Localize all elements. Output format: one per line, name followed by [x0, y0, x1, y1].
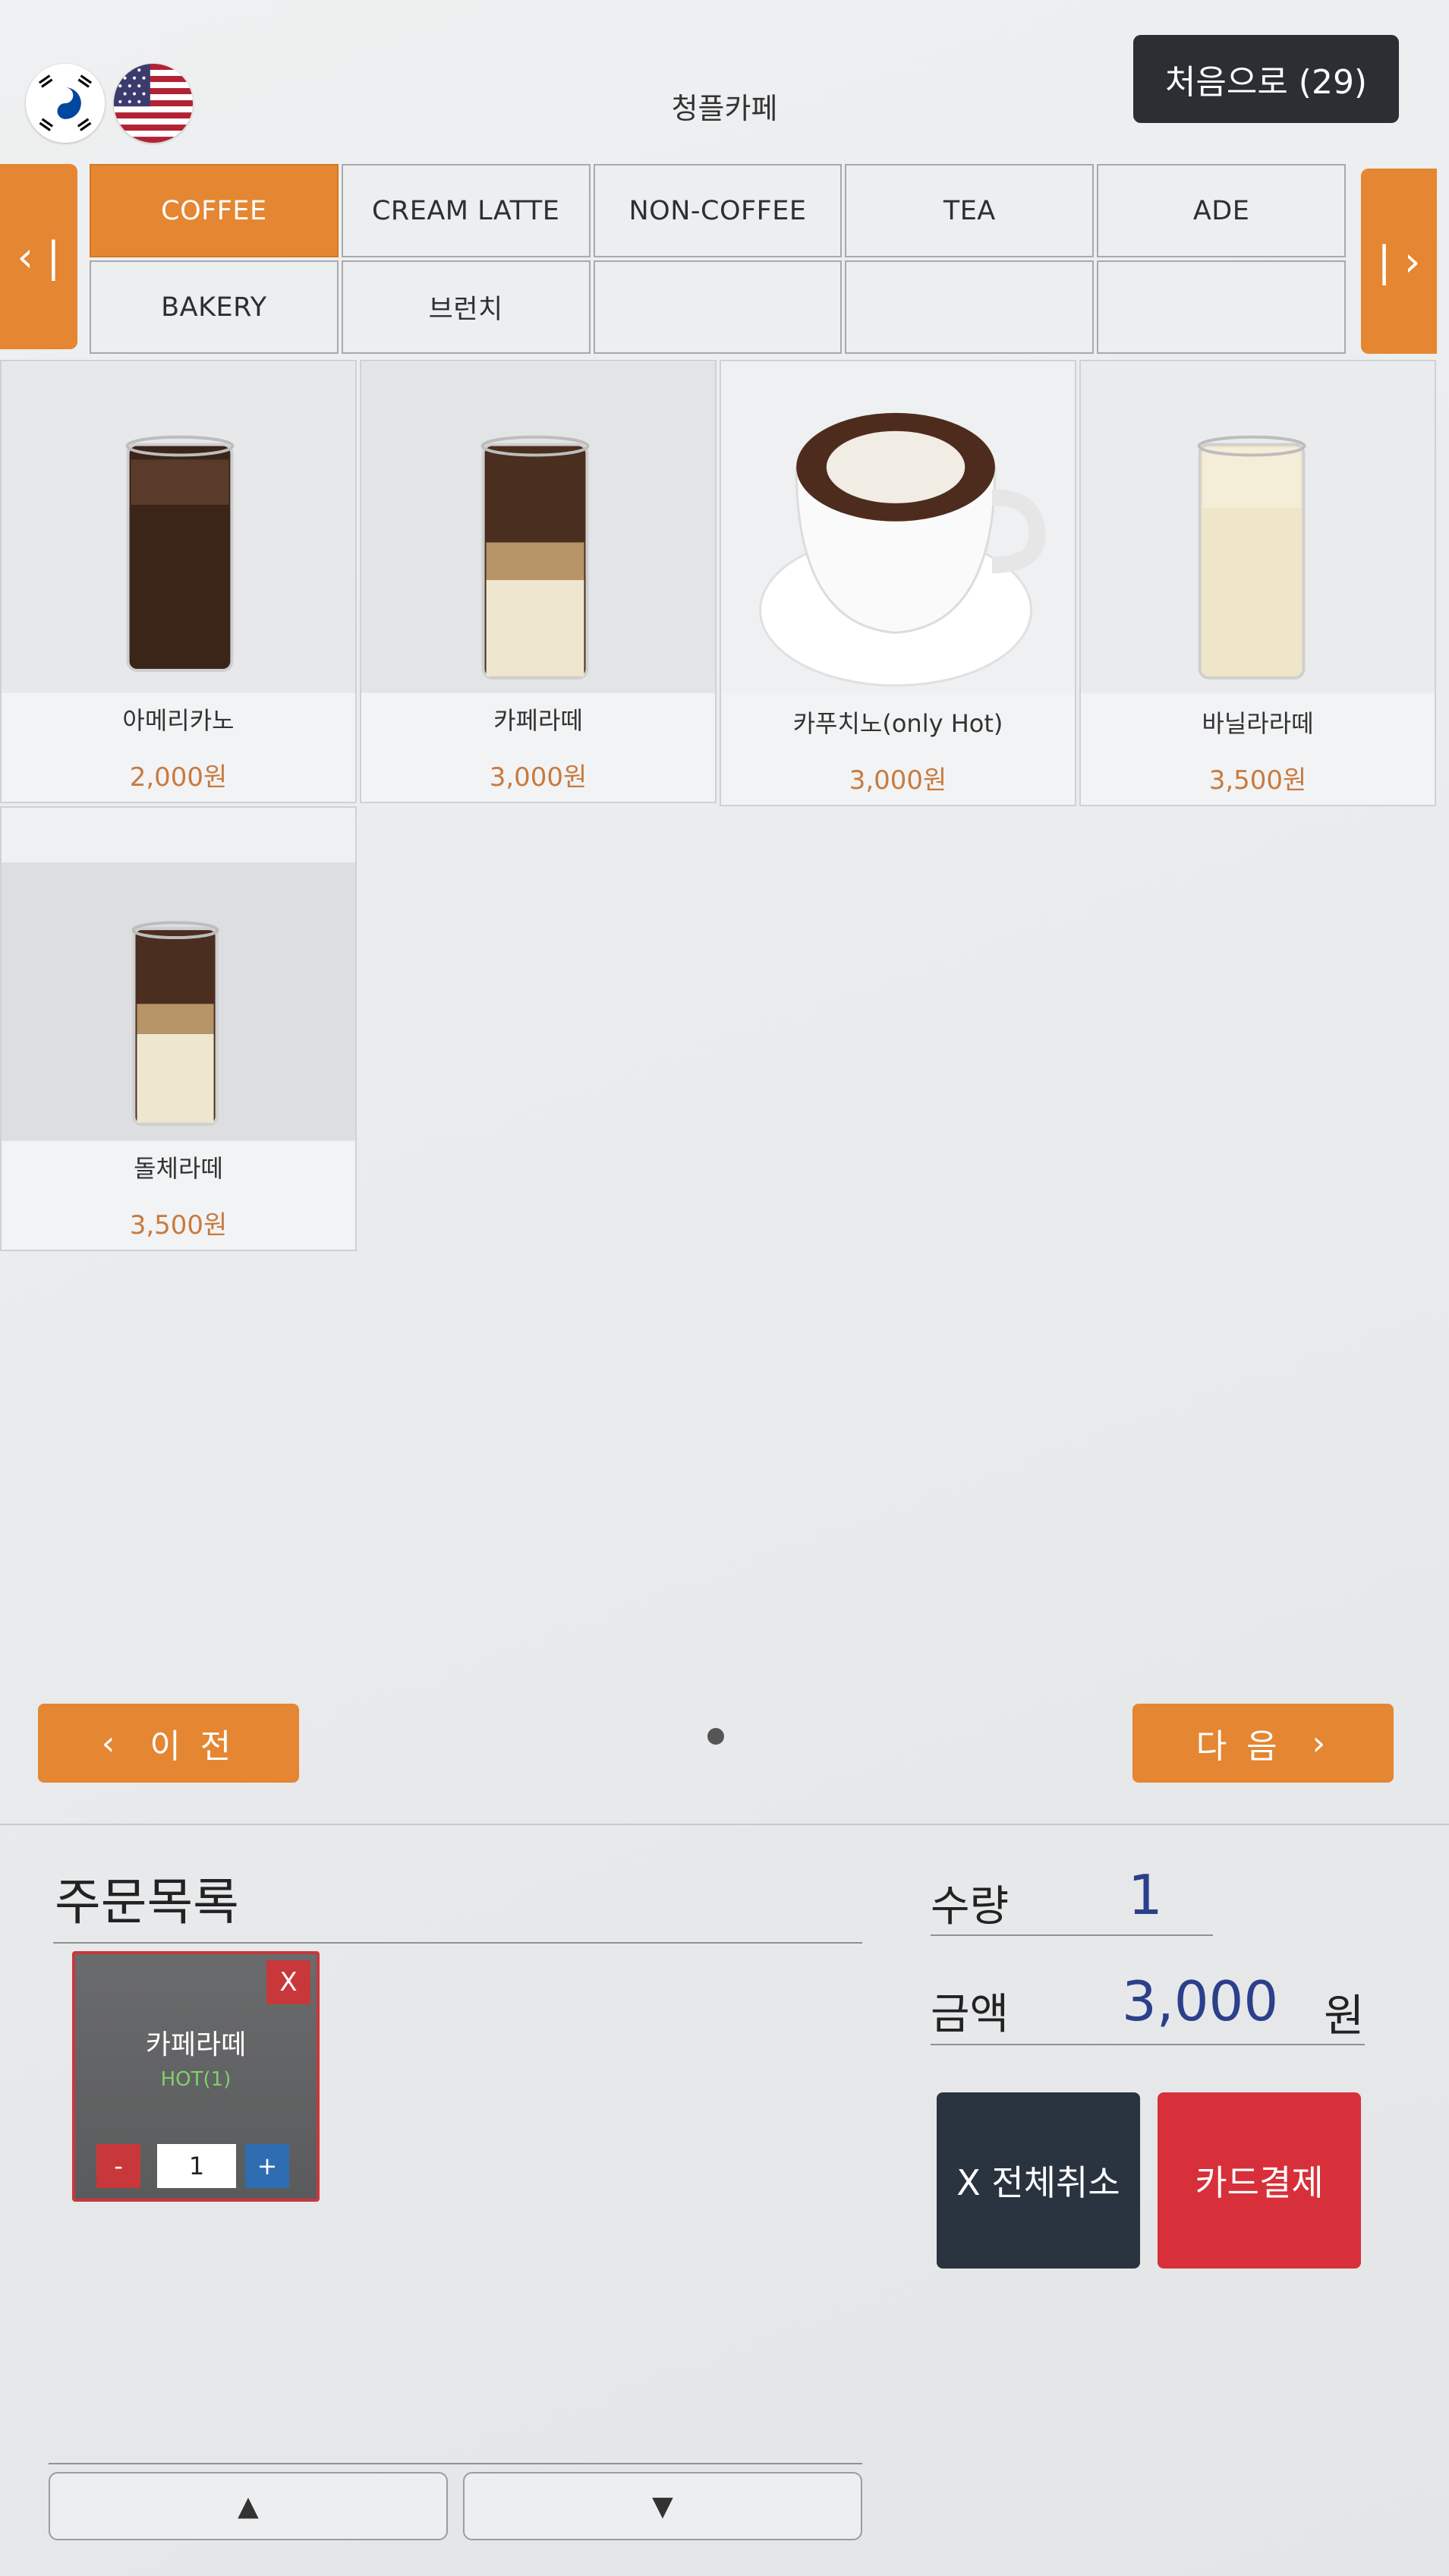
cancel-all-button[interactable]: X 전체취소 — [937, 2092, 1140, 2269]
prev-page-button[interactable]: ‹ 이 전 — [38, 1704, 299, 1783]
quantity-value: 1 — [1128, 1863, 1163, 1927]
tab-bakery[interactable]: BAKERY — [90, 260, 339, 354]
tab-empty — [845, 260, 1095, 354]
product-name: 바닐라라떼 — [1202, 709, 1314, 738]
product-card-cappuccino[interactable]: 카푸치노(only Hot) 3,000원 — [720, 360, 1076, 806]
triangle-up-icon: ▲ — [238, 2490, 259, 2522]
home-button[interactable]: 처음으로 (29) — [1133, 35, 1399, 123]
product-price: 3,500원 — [129, 1210, 228, 1241]
quantity-label: 수량 — [931, 1882, 1010, 1931]
section-divider — [0, 1824, 1449, 1825]
tab-brunch[interactable]: 브런치 — [341, 260, 591, 354]
category-next-button[interactable]: | › — [1361, 169, 1437, 354]
scroll-down-button[interactable]: ▼ — [463, 2472, 862, 2540]
triangle-down-icon: ▼ — [652, 2490, 673, 2522]
tab-tea[interactable]: TEA — [845, 164, 1095, 257]
order-list-divider — [53, 1942, 862, 1944]
product-price: 3,500원 — [1208, 765, 1307, 796]
scroll-divider — [49, 2463, 862, 2464]
product-name: 돌체라떼 — [134, 1154, 223, 1183]
card-payment-button[interactable]: 카드결제 — [1158, 2092, 1361, 2269]
tab-coffee[interactable]: COFFEE — [90, 164, 339, 257]
product-name: 아메리카노 — [122, 706, 235, 735]
product-price: 2,000원 — [129, 762, 228, 793]
tab-cream-latte[interactable]: CREAM LATTE — [341, 164, 591, 257]
product-price: 3,000원 — [489, 762, 587, 793]
order-item-option: HOT(1) — [160, 2068, 232, 2091]
tab-empty — [1097, 260, 1346, 354]
prev-page-label: 이 전 — [150, 1727, 236, 1766]
product-card-americano[interactable]: 아메리카노 2,000원 — [0, 360, 357, 803]
chevron-right-icon: | › — [1377, 237, 1421, 285]
order-list-title: 주문목록 — [55, 1873, 239, 1931]
quantity-underline — [931, 1934, 1213, 1936]
scroll-up-button[interactable]: ▲ — [49, 2472, 448, 2540]
next-page-button[interactable]: 다 음 › — [1132, 1704, 1394, 1783]
order-item-name: 카페라떼 — [145, 2029, 247, 2060]
product-card-vanilla-latte[interactable]: 바닐라라떼 3,500원 — [1079, 360, 1436, 806]
product-card-dolce-latte[interactable]: 돌체라떼 3,500원 — [0, 806, 357, 1251]
chevron-left-icon: ‹ — [101, 1723, 120, 1763]
remove-item-button[interactable]: X — [266, 1960, 310, 2004]
chevron-left-icon: ‹ | — [17, 232, 61, 281]
product-card-cafe-latte[interactable]: 카페라떼 3,000원 — [360, 360, 717, 803]
chevron-right-icon: › — [1312, 1723, 1331, 1763]
amount-underline — [931, 2044, 1365, 2045]
order-item-quantity: 1 — [157, 2144, 236, 2188]
product-name: 카푸치노(only Hot) — [792, 709, 1003, 738]
amount-value: 3,000 — [1122, 1969, 1279, 2033]
amount-unit: 원 — [1324, 1990, 1365, 2042]
decrease-quantity-button[interactable]: - — [96, 2144, 140, 2188]
category-tabs: COFFEE CREAM LATTE NON-COFFEE TEA ADE BA… — [90, 164, 1346, 354]
product-name: 카페라떼 — [493, 706, 583, 735]
tab-ade[interactable]: ADE — [1097, 164, 1346, 257]
page-indicator-dot — [707, 1728, 724, 1745]
amount-label: 금액 — [931, 1990, 1010, 2039]
order-item-card: X 카페라떼 HOT(1) - 1 + — [72, 1951, 320, 2202]
category-prev-button[interactable]: ‹ | — [0, 164, 77, 349]
product-price: 3,000원 — [849, 765, 947, 796]
tab-empty — [593, 260, 843, 354]
increase-quantity-button[interactable]: + — [245, 2144, 289, 2188]
next-page-label: 다 음 — [1195, 1727, 1282, 1766]
tab-non-coffee[interactable]: NON-COFFEE — [593, 164, 843, 257]
